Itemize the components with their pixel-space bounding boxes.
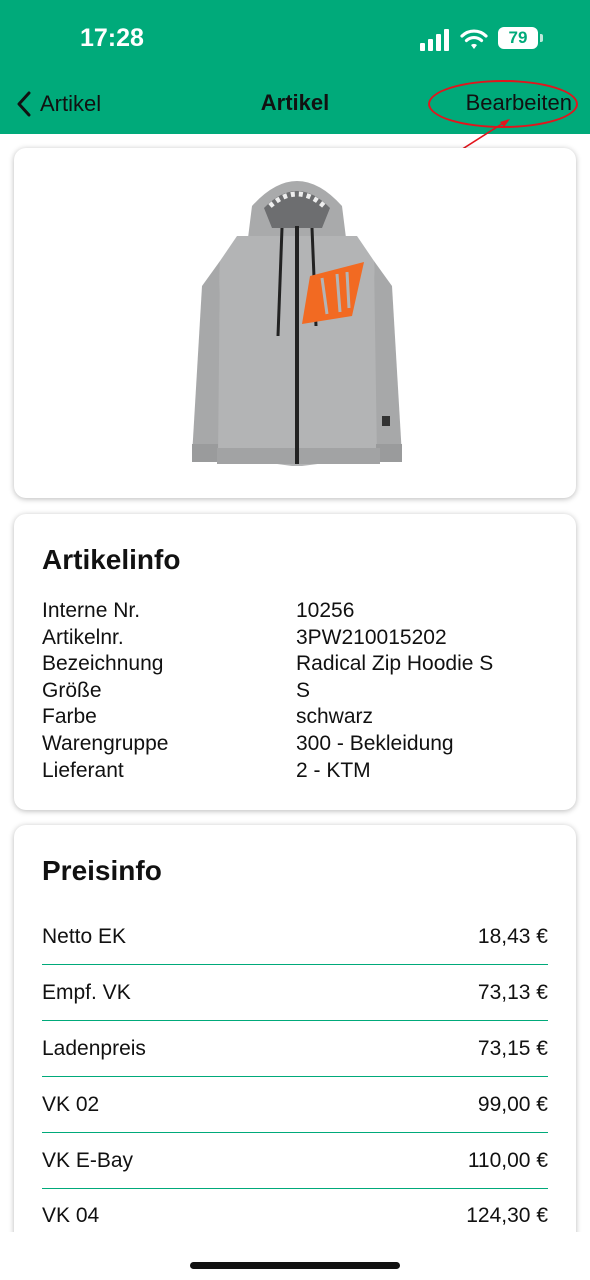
price-value: 73,13 € <box>477 981 548 1004</box>
status-time: 17:28 <box>80 24 144 52</box>
price-row: Netto EK 18,43 € <box>42 909 548 965</box>
info-value: 2 - KTM <box>296 758 371 782</box>
price-label: VK 02 <box>42 1093 100 1116</box>
info-value: schwarz <box>296 705 374 729</box>
info-value: S <box>296 678 311 702</box>
info-label: Lieferant <box>42 758 124 782</box>
price-value: 99,00 € <box>477 1093 548 1116</box>
info-row: Warengruppe 300 - Bekleidung <box>42 731 552 758</box>
info-row: Artikelnr. 3PW210015202 <box>42 625 552 652</box>
price-value: 18,43 € <box>477 925 548 948</box>
info-value: 3PW210015202 <box>296 625 447 649</box>
price-row: Empf. VK 73,13 € <box>42 965 548 1021</box>
info-value: Radical Zip Hoodie S <box>296 652 494 676</box>
bottom-safe-area <box>0 1232 590 1280</box>
preisinfo-title: Preisinfo <box>42 855 162 886</box>
price-label: VK 04 <box>42 1204 100 1227</box>
info-label: Interne Nr. <box>42 599 141 622</box>
price-label: Empf. VK <box>42 981 131 1004</box>
info-label: Farbe <box>42 705 97 729</box>
price-label: Ladenpreis <box>42 1037 146 1060</box>
artikelinfo-card: Artikelinfo Interne Nr. 10256 Artikelnr.… <box>14 514 576 810</box>
price-value: 110,00 € <box>467 1149 548 1172</box>
signal-icon <box>420 27 450 51</box>
info-label: Größe <box>42 678 102 702</box>
home-indicator[interactable] <box>190 1262 400 1269</box>
info-label: Bezeichnung <box>42 652 164 676</box>
info-label: Warengruppe <box>42 731 169 755</box>
info-value: 300 - Bekleidung <box>296 731 454 755</box>
battery-tip <box>540 34 543 42</box>
info-label: Artikelnr. <box>42 625 124 649</box>
preisinfo-card: Preisinfo Netto EK 18,43 € Empf. VK 73,1… <box>14 825 576 1255</box>
wifi-icon <box>460 29 488 49</box>
price-label: VK E-Bay <box>42 1149 134 1172</box>
hoodie-image <box>192 181 402 466</box>
price-value: 124,30 € <box>466 1204 548 1227</box>
info-row: Bezeichnung Radical Zip Hoodie S <box>42 651 552 678</box>
info-row: Lieferant 2 - KTM <box>42 758 552 785</box>
info-value: 10256 <box>296 599 355 622</box>
info-row: Größe S <box>42 678 552 705</box>
battery-icon: 79 <box>498 27 538 49</box>
price-row: VK 02 99,00 € <box>42 1077 548 1133</box>
price-label: Netto EK <box>42 925 127 948</box>
price-row: Ladenpreis 73,15 € <box>42 1021 548 1077</box>
artikelinfo-list: Interne Nr. 10256 Artikelnr. 3PW21001520… <box>42 598 552 784</box>
info-row: Interne Nr. 10256 <box>42 598 552 625</box>
product-image-card <box>14 148 576 498</box>
info-row: Farbe schwarz <box>42 704 552 731</box>
price-value: 73,15 € <box>477 1037 548 1060</box>
battery-level: 79 <box>508 28 528 47</box>
artikelinfo-title: Artikelinfo <box>42 544 181 575</box>
price-row: VK E-Bay 110,00 € <box>42 1133 548 1189</box>
